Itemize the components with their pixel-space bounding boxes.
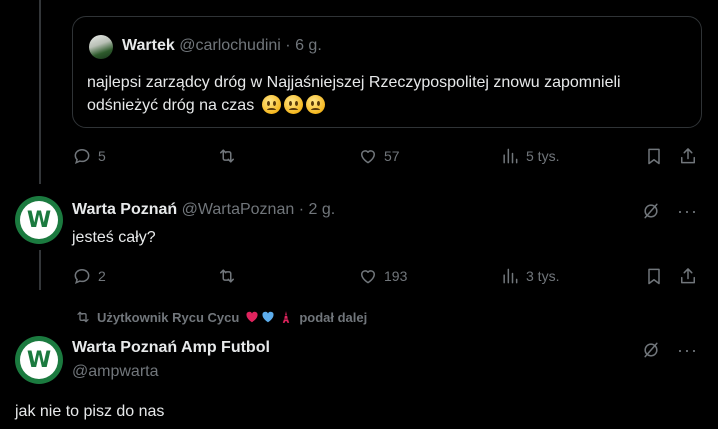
reply-handle[interactable]: @WartaPoznan [182, 201, 295, 218]
like-count: 193 [384, 268, 408, 284]
views-icon [503, 268, 518, 284]
reply-button[interactable]: 5 [72, 144, 106, 168]
avatar-letter: W [26, 347, 52, 373]
last-post-text: jak nie to pisz do nas [15, 403, 165, 420]
worried-face-icon [305, 95, 325, 114]
thread-line-top [39, 0, 41, 184]
tweet-actions-1: 5 57 5 tys. [72, 144, 702, 168]
quote-author-name[interactable]: Wartek [122, 37, 175, 54]
repost-banner[interactable]: Użytkownik Rycu Cycu podał dalej [75, 309, 367, 325]
quote-avatar[interactable] [89, 35, 113, 59]
reply-button[interactable]: 2 [72, 264, 106, 288]
quote-text: najlepsi zarządcy dróg w Najjaśniejszej … [87, 71, 687, 117]
retweet-icon [220, 269, 234, 283]
reply-dot: · [298, 201, 305, 218]
views-count: 5 tys. [526, 148, 560, 164]
ampwarta-avatar[interactable]: W [15, 336, 63, 384]
thread-line-mid [39, 250, 41, 290]
retweet-icon [220, 149, 234, 163]
reply-author-name[interactable]: Warta Poznań [72, 201, 177, 218]
reply-time[interactable]: 2 g. [308, 201, 335, 218]
reply-count: 2 [98, 268, 106, 284]
like-icon [361, 270, 375, 284]
worried-face-icon [283, 95, 303, 114]
quote-dot: · [285, 37, 291, 54]
reply-text: jesteś cały? [72, 229, 156, 246]
views-icon [503, 148, 518, 164]
views-count: 3 tys. [526, 268, 560, 284]
grok-icon[interactable] [641, 201, 661, 221]
quoted-tweet-card[interactable]: Wartek @carlochudini · 6 g. najlepsi zar… [72, 16, 702, 128]
share-icon [681, 148, 695, 164]
more-icon[interactable]: ··· [677, 202, 698, 220]
more-icon[interactable]: ··· [677, 341, 698, 359]
quote-handle[interactable]: @carlochudini [179, 37, 281, 54]
share-button[interactable] [678, 264, 698, 288]
emoji-group [261, 95, 325, 114]
quote-time[interactable]: 6 g. [295, 37, 322, 54]
red-heart-icon [246, 311, 258, 323]
grok-icon[interactable] [641, 340, 661, 360]
bookmark-button[interactable] [644, 264, 664, 288]
views-button[interactable]: 5 tys. [500, 144, 559, 168]
warta-avatar[interactable]: W [15, 196, 63, 244]
quote-text-content: najlepsi zarządcy dróg w Najjaśniejszej … [87, 74, 621, 114]
worried-face-icon [261, 95, 281, 114]
retweet-button[interactable] [216, 144, 244, 168]
repost-user[interactable]: Użytkownik Rycu Cycu [97, 310, 239, 325]
retweet-icon [77, 311, 89, 323]
reply-top-actions: ··· [641, 201, 698, 221]
reply-header: Warta Poznań @WartaPoznan · 2 g. [72, 201, 335, 219]
last-post-top-actions: ··· [641, 340, 698, 360]
bookmark-icon [648, 148, 660, 165]
last-post-author-name[interactable]: Warta Poznań Amp Futbol [72, 339, 270, 356]
blue-heart-icon [262, 311, 274, 323]
avatar-letter: W [26, 207, 52, 233]
last-post-header: Warta Poznań Amp Futbol [72, 339, 270, 357]
reply-icon [74, 268, 90, 284]
reply-icon [74, 148, 90, 164]
like-button[interactable]: 193 [358, 264, 407, 288]
tweet-actions-2: 2 193 3 tys. [72, 264, 702, 288]
share-icon [681, 268, 695, 284]
tower-icon [283, 311, 290, 323]
last-post-handle[interactable]: @ampwarta [72, 363, 159, 380]
warta-logo: W [20, 201, 58, 239]
like-button[interactable]: 57 [358, 144, 400, 168]
retweet-button[interactable] [216, 264, 244, 288]
last-post-handle-line: @ampwarta [72, 363, 159, 381]
views-button[interactable]: 3 tys. [500, 264, 559, 288]
bookmark-icon [648, 268, 660, 285]
share-button[interactable] [678, 144, 698, 168]
repost-suffix: podał dalej [299, 309, 368, 325]
reply-count: 5 [98, 148, 106, 164]
like-count: 57 [384, 148, 400, 164]
like-icon [361, 150, 375, 164]
quote-header: Wartek @carlochudini · 6 g. [122, 37, 322, 55]
warta-logo: W [20, 341, 58, 379]
bookmark-button[interactable] [644, 144, 664, 168]
